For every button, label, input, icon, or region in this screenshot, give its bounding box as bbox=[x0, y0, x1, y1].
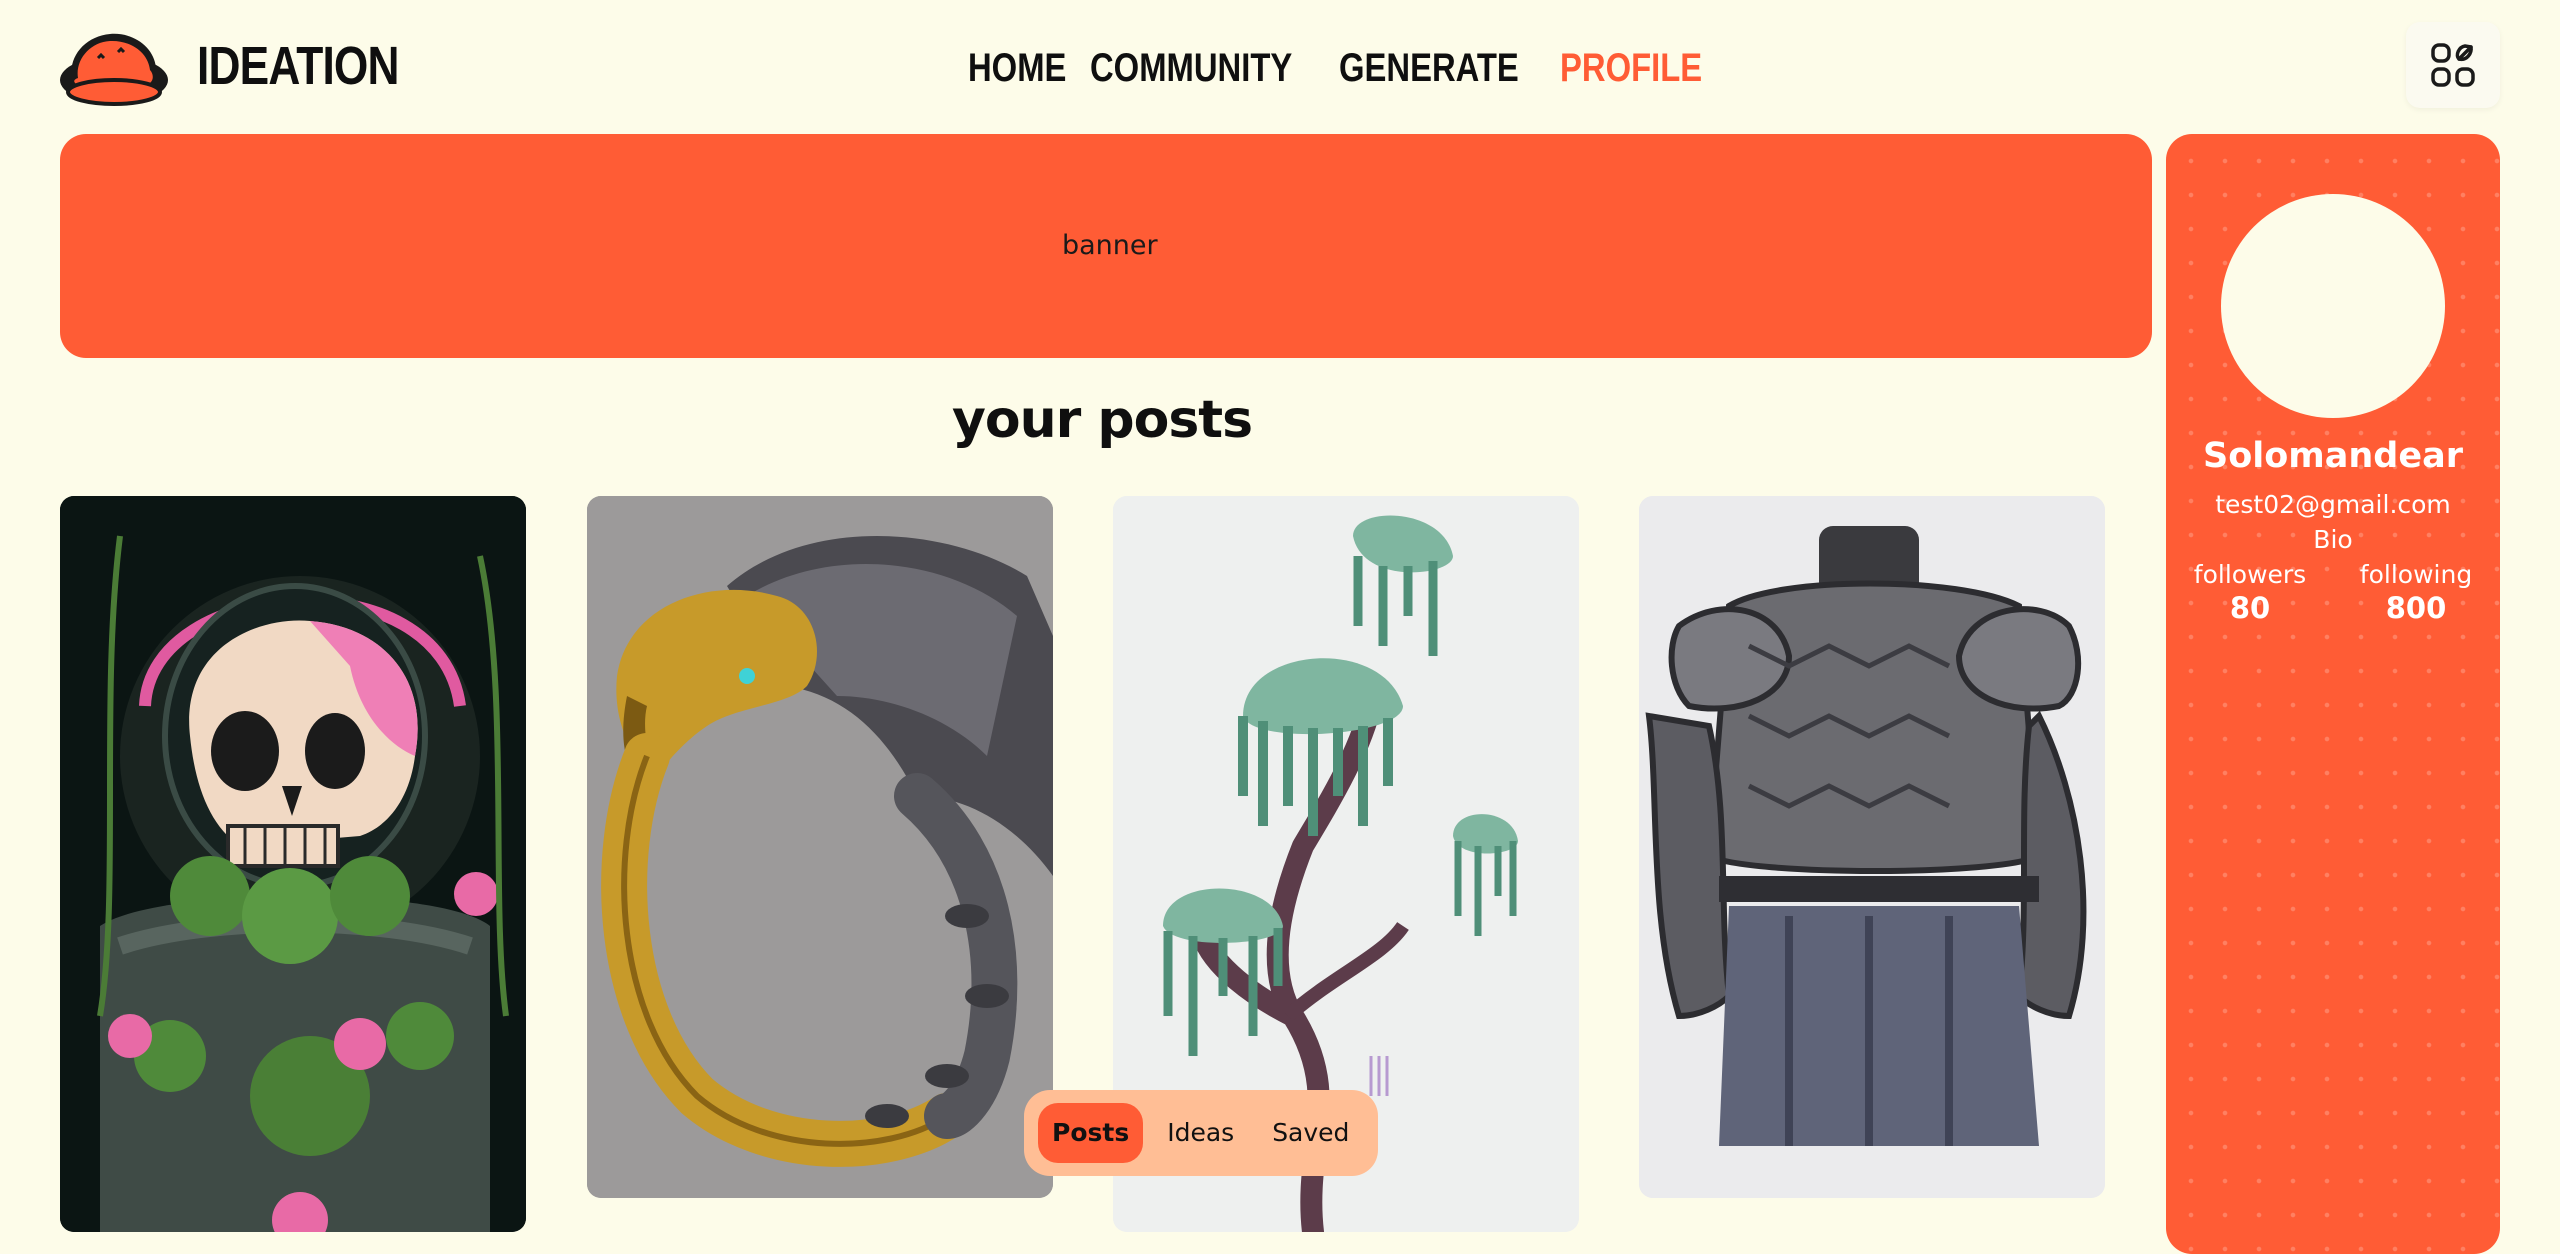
following-stat[interactable]: following 800 bbox=[2336, 560, 2496, 625]
tab-posts[interactable]: Posts bbox=[1038, 1103, 1144, 1163]
followers-stat[interactable]: followers 80 bbox=[2170, 560, 2330, 625]
following-label: following bbox=[2359, 560, 2473, 589]
following-count: 800 bbox=[2385, 591, 2447, 625]
followers-count: 80 bbox=[2229, 591, 2271, 625]
nav-home[interactable]: HOME bbox=[968, 46, 1066, 91]
post-image bbox=[1639, 496, 2105, 1198]
avatar[interactable] bbox=[2221, 194, 2445, 418]
tab-ideas[interactable]: Ideas bbox=[1153, 1103, 1248, 1163]
apps-menu-button[interactable] bbox=[2406, 22, 2500, 108]
post-image bbox=[60, 496, 526, 1232]
nav-profile[interactable]: PROFILE bbox=[1560, 46, 1702, 91]
tab-saved[interactable]: Saved bbox=[1258, 1103, 1363, 1163]
post-card[interactable] bbox=[60, 496, 526, 1232]
posts-section-title: your posts bbox=[952, 390, 1253, 450]
nav-community[interactable]: COMMUNITY bbox=[1090, 46, 1292, 91]
logo-icon[interactable] bbox=[58, 22, 170, 110]
brand-title[interactable]: IDEATION bbox=[197, 30, 400, 102]
banner-label: banner bbox=[1062, 230, 1158, 261]
profile-name: Solomandear bbox=[2203, 436, 2463, 476]
main-nav: HOME COMMUNITY GENERATE PROFILE bbox=[968, 36, 1705, 100]
followers-label: followers bbox=[2193, 560, 2307, 589]
post-card[interactable] bbox=[1639, 496, 2105, 1198]
profile-bio: Bio bbox=[2313, 525, 2353, 554]
post-image bbox=[587, 496, 1053, 1198]
content-tabs: Posts Ideas Saved bbox=[1024, 1090, 1378, 1176]
nav-generate[interactable]: GENERATE bbox=[1339, 46, 1519, 91]
profile-email: test02@gmail.com bbox=[2215, 490, 2451, 519]
post-card[interactable] bbox=[587, 496, 1053, 1198]
grid-icon bbox=[2431, 43, 2475, 87]
